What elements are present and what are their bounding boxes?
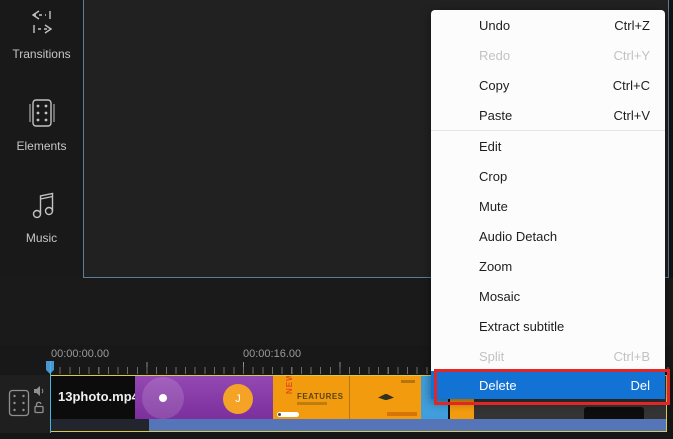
thumb-progress-pill (277, 412, 299, 417)
lock-track-icon[interactable] (33, 401, 45, 419)
sidebar-item-label: Transitions (12, 47, 71, 61)
menu-item-label: Zoom (479, 258, 513, 274)
menu-item-shortcut: Ctrl+C (612, 77, 650, 93)
annotation-box-delete (434, 369, 670, 405)
menu-item-paste[interactable]: Paste Ctrl+V (431, 100, 665, 130)
audio-silent-segment (51, 419, 149, 431)
menu-item-mosaic[interactable]: Mosaic (431, 281, 665, 311)
menu-item-label: Mute (479, 198, 508, 214)
menu-item-extract-subtitle[interactable]: Extract subtitle (431, 311, 665, 341)
transitions-icon (0, 6, 83, 41)
video-track-icon (8, 389, 30, 422)
menu-item-split[interactable]: Split Ctrl+B (431, 341, 665, 371)
menu-item-copy[interactable]: Copy Ctrl+C (431, 70, 665, 100)
menu-item-label: Redo (479, 47, 511, 63)
music-icon (0, 188, 83, 225)
menu-item-edit[interactable]: Edit (431, 131, 665, 161)
thumb-badge-j: J (223, 384, 253, 414)
playhead-line (50, 361, 51, 433)
sidebar-item-label: Music (25, 231, 58, 245)
mute-track-speaker-icon[interactable] (33, 384, 45, 402)
thumb-black-intro: 13photo.mp4 (51, 376, 139, 419)
menu-item-label: Extract subtitle (479, 318, 565, 334)
menu-item-label: Audio Detach (479, 228, 558, 244)
menu-item-redo[interactable]: Redo Ctrl+Y (431, 40, 665, 70)
thumb-purple: J (135, 376, 273, 419)
drone-silhouette-icon (378, 394, 394, 400)
clip-filename: 13photo.mp4 (58, 389, 139, 404)
clip-audio-strip (51, 419, 666, 431)
menu-item-label: Mosaic (479, 288, 521, 304)
menu-item-shortcut: Ctrl+Y (613, 47, 650, 63)
sidebar-item-transitions[interactable]: Transitions (0, 6, 83, 61)
thumb-circle-decoration (142, 377, 184, 419)
menu-item-crop[interactable]: Crop (431, 161, 665, 191)
app-window: Transitions Elements Music 00:00:00.00 0… (0, 0, 673, 439)
menu-item-audio-detach[interactable]: Audio Detach (431, 221, 665, 251)
menu-item-label: Copy (479, 77, 510, 93)
menu-item-label: Split (479, 348, 505, 364)
audio-waveform-bar (149, 419, 666, 431)
menu-item-mute[interactable]: Mute (431, 191, 665, 221)
menu-item-shortcut: Ctrl+V (613, 107, 650, 123)
menu-item-label: Edit (479, 138, 502, 154)
menu-item-label: Undo (479, 17, 511, 33)
menu-item-label: Paste (479, 107, 513, 123)
menu-item-undo[interactable]: Undo Ctrl+Z (431, 10, 665, 40)
ruler-timestamp: 00:00:16.00 (243, 348, 302, 360)
menu-item-label: Crop (479, 168, 508, 184)
menu-item-shortcut: Ctrl+B (613, 348, 650, 364)
menu-item-shortcut: Ctrl+Z (614, 17, 650, 33)
sidebar-item-elements[interactable]: Elements (0, 96, 83, 153)
elements-icon (0, 96, 83, 133)
laptop-silhouette (584, 407, 644, 419)
context-menu: Undo Ctrl+Z Redo Ctrl+Y Copy Ctrl+C Past… (431, 10, 665, 399)
thumb-vertical-text: NEW (285, 376, 294, 394)
track-header (0, 375, 50, 433)
thumb-faint-text (387, 412, 417, 416)
thumb-orange-features: NEW FEATURES (273, 376, 349, 419)
sidebar: Transitions Elements Music (0, 0, 83, 278)
thumb-orange-drone (349, 376, 421, 419)
thumb-caption-text: FEATURES (297, 392, 344, 401)
sidebar-item-music[interactable]: Music (0, 188, 83, 245)
menu-item-zoom[interactable]: Zoom (431, 251, 665, 281)
sidebar-item-label: Elements (16, 139, 67, 153)
thumb-caption-sub (297, 402, 327, 405)
thumb-faint-text (401, 380, 415, 383)
ruler-timestamp: 00:00:00.00 (51, 348, 110, 360)
